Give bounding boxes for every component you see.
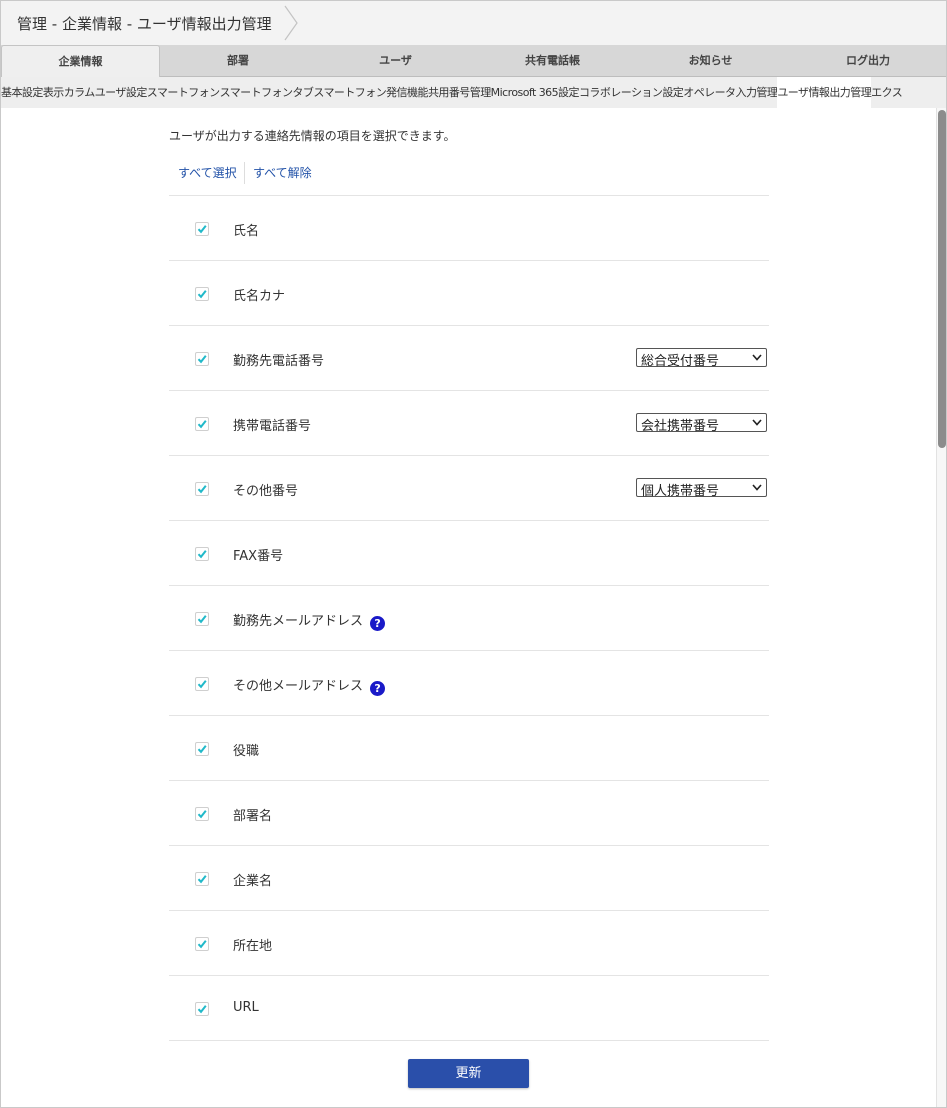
field-label: 勤務先電話番号 <box>233 354 325 369</box>
other-number-select[interactable]: 個人携帯番号 <box>636 478 767 499</box>
tab-user[interactable]: ユーザ <box>317 45 474 76</box>
description-text: ユーザが出力する連絡先情報の項目を選択できます。 <box>169 129 456 143</box>
position-checkbox[interactable] <box>195 742 209 756</box>
field-row-position: 役職 <box>169 716 769 781</box>
field-label: URL <box>233 1000 259 1015</box>
department-checkbox[interactable] <box>195 807 209 821</box>
field-label: その他メールアドレス <box>233 679 364 694</box>
tab-notice[interactable]: お知らせ <box>632 45 789 76</box>
subtab-user-settings[interactable]: ユーザ設定 <box>95 77 148 108</box>
chevron-right-icon <box>284 5 298 41</box>
other-number-checkbox[interactable] <box>195 482 209 496</box>
subtab-operator-input[interactable]: オペレータ入力管理 <box>683 77 778 108</box>
check-icon <box>197 680 207 689</box>
company-checkbox[interactable] <box>195 872 209 886</box>
update-button[interactable]: 更新 <box>408 1059 529 1088</box>
field-label: 氏名 <box>233 224 260 239</box>
mobile-phone-checkbox[interactable] <box>195 417 209 431</box>
field-label: 役職 <box>233 744 260 759</box>
subtab-display-columns[interactable]: 表示カラム <box>43 77 95 108</box>
subtab-tab[interactable]: タブ <box>292 77 313 108</box>
subtab-shared-number[interactable]: 共用番号管理 <box>428 77 491 108</box>
check-icon <box>197 225 207 234</box>
field-row-other-number: その他番号 個人携帯番号 <box>169 456 769 521</box>
field-label: 企業名 <box>233 874 273 889</box>
subtab-collaboration[interactable]: コラボレーション設定 <box>579 77 684 108</box>
check-icon <box>197 875 207 884</box>
field-row-fax: FAX番号 <box>169 521 769 586</box>
check-icon <box>197 1005 207 1014</box>
field-label: 携帯電話番号 <box>233 419 312 434</box>
scrollbar[interactable] <box>936 108 946 1107</box>
name-checkbox[interactable] <box>195 222 209 236</box>
check-icon <box>197 550 207 559</box>
select-all-link[interactable]: すべて選択 <box>178 164 237 181</box>
select-value: 総合受付番号 <box>641 354 720 369</box>
subtab-smartphone-2[interactable]: スマートフォン <box>220 77 293 108</box>
subtab-smartphone-calling[interactable]: スマートフォン発信機能 <box>313 77 428 108</box>
field-label: 所在地 <box>233 939 273 954</box>
tab-log-output[interactable]: ログ出力 <box>790 45 946 76</box>
work-phone-select[interactable]: 総合受付番号 <box>636 348 767 369</box>
check-icon <box>197 940 207 949</box>
field-row-url: URL <box>169 976 769 1041</box>
subtab-microsoft365[interactable]: Microsoft 365設定 <box>491 77 580 108</box>
work-email-checkbox[interactable] <box>195 612 209 626</box>
mobile-phone-select[interactable]: 会社携帯番号 <box>636 413 767 434</box>
scrollbar-thumb[interactable] <box>938 110 946 448</box>
help-icon[interactable]: ? <box>370 681 386 696</box>
work-phone-checkbox[interactable] <box>195 352 209 366</box>
breadcrumb: 管理 - 企業情報 - ユーザ情報出力管理 <box>1 1 946 45</box>
subtab-export[interactable]: エクス <box>871 77 903 108</box>
subtab-smartphone[interactable]: スマートフォン <box>147 77 220 108</box>
select-value: 会社携帯番号 <box>641 419 720 434</box>
check-icon <box>197 810 207 819</box>
field-label: FAX番号 <box>233 549 284 564</box>
field-row-other-email: その他メールアドレス? <box>169 651 769 716</box>
field-list: 氏名 氏名カナ 勤務先電話番号 総合受付番号 携帯電話番号 会社携帯番号 その他… <box>169 195 769 1041</box>
field-label: 勤務先メールアドレス <box>233 614 364 629</box>
field-label: 部署名 <box>233 809 273 824</box>
subtab-basic-settings[interactable]: 基本設定 <box>1 77 43 108</box>
chevron-down-icon <box>752 354 762 361</box>
check-icon <box>197 745 207 754</box>
check-icon <box>197 290 207 299</box>
field-label: 氏名カナ <box>233 289 286 304</box>
field-row-department: 部署名 <box>169 781 769 846</box>
chevron-down-icon <box>752 419 762 426</box>
field-label-wrap: その他メールアドレス? <box>233 675 386 696</box>
subtab-user-info-output[interactable]: ユーザ情報出力管理 <box>777 77 872 108</box>
page-title: 管理 - 企業情報 - ユーザ情報出力管理 <box>17 15 272 33</box>
field-row-address: 所在地 <box>169 911 769 976</box>
other-email-checkbox[interactable] <box>195 677 209 691</box>
tab-company-info[interactable]: 企業情報 <box>1 45 160 77</box>
main-tabs: 企業情報 部署 ユーザ 共有電話帳 お知らせ ログ出力 <box>1 45 946 77</box>
deselect-all-link[interactable]: すべて解除 <box>253 164 312 181</box>
fax-checkbox[interactable] <box>195 547 209 561</box>
field-label-wrap: 勤務先メールアドレス? <box>233 610 386 631</box>
check-icon <box>197 615 207 624</box>
tab-shared-phonebook[interactable]: 共有電話帳 <box>474 45 631 76</box>
url-checkbox[interactable] <box>195 1002 209 1016</box>
sub-tabs: 基本設定表示カラムユーザ設定スマートフォンスマートフォンタブスマートフォン発信機… <box>1 77 946 108</box>
link-divider <box>244 162 245 184</box>
check-icon <box>197 420 207 429</box>
field-row-mobile-phone: 携帯電話番号 会社携帯番号 <box>169 391 769 456</box>
select-value: 個人携帯番号 <box>641 484 720 499</box>
field-row-name: 氏名 <box>169 196 769 261</box>
field-row-work-email: 勤務先メールアドレス? <box>169 586 769 651</box>
field-row-company: 企業名 <box>169 846 769 911</box>
tab-department[interactable]: 部署 <box>160 45 316 76</box>
name-kana-checkbox[interactable] <box>195 287 209 301</box>
field-label: その他番号 <box>233 484 299 499</box>
app-window: 管理 - 企業情報 - ユーザ情報出力管理 企業情報 部署 ユーザ 共有電話帳 … <box>0 0 947 1108</box>
address-checkbox[interactable] <box>195 937 209 951</box>
field-row-name-kana: 氏名カナ <box>169 261 769 326</box>
field-row-work-phone: 勤務先電話番号 総合受付番号 <box>169 326 769 391</box>
check-icon <box>197 355 207 364</box>
check-icon <box>197 485 207 494</box>
chevron-down-icon <box>752 484 762 491</box>
help-icon[interactable]: ? <box>370 616 386 631</box>
